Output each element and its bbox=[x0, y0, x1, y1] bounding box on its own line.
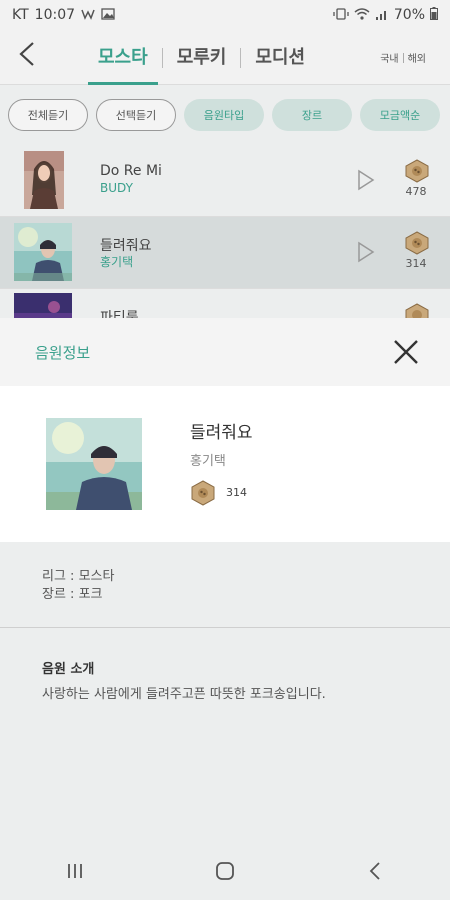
filter-bar: 전체듣기 선택듣기 음원타입 장르 모금액순 bbox=[0, 85, 450, 145]
carrier-label: KT bbox=[12, 7, 29, 23]
list-item[interactable]: 들려줘요 홍기택 314 bbox=[0, 217, 450, 289]
vibrate-icon bbox=[333, 7, 349, 23]
recent-apps-icon bbox=[66, 863, 84, 883]
region-overseas[interactable]: 해외 bbox=[408, 50, 426, 65]
album-cover bbox=[24, 151, 64, 209]
fund-coin-icon bbox=[404, 159, 430, 183]
sheet-title: 음원정보 bbox=[35, 344, 91, 362]
system-back-icon bbox=[369, 862, 381, 884]
league-tabs: 모스타 모루키 모디션 bbox=[88, 30, 315, 85]
song-artist: BUDY bbox=[100, 181, 133, 195]
song-meta: 리그 : 모스타 장르 : 포크 bbox=[0, 542, 450, 628]
fund-count: 314 bbox=[405, 257, 427, 270]
sort-by-fund-filter[interactable]: 모금액순 bbox=[360, 99, 440, 131]
song-artist: 홍기택 bbox=[100, 255, 134, 269]
play-selected-button[interactable]: 선택듣기 bbox=[96, 99, 176, 131]
intro-heading: 음원 소개 bbox=[42, 662, 95, 677]
close-button[interactable] bbox=[392, 338, 420, 366]
song-title: Do Re Mi bbox=[100, 163, 162, 179]
genre-line: 장르 : 포크 bbox=[42, 587, 103, 602]
region-divider bbox=[402, 52, 404, 63]
genre-filter[interactable]: 장르 bbox=[272, 99, 352, 131]
list-item[interactable]: Do Re Mi BUDY 478 bbox=[0, 145, 450, 217]
gallery-icon bbox=[101, 7, 115, 23]
song-info-card: 들려줘요 홍기택 314 bbox=[0, 386, 450, 542]
song-title: 들려줘요 bbox=[100, 238, 152, 254]
signal-icon bbox=[375, 8, 389, 23]
song-info-sheet: 음원정보 들려줘요 홍기택 314 리그 : 모스타 장르: 포크 음원 소개… bbox=[0, 318, 450, 858]
wifi-icon bbox=[354, 7, 370, 23]
system-back-button[interactable] bbox=[345, 853, 405, 893]
play-icon[interactable] bbox=[356, 169, 376, 191]
tab-mostar[interactable]: 모스타 bbox=[88, 30, 158, 85]
song-intro: 음원 소개 사랑하는 사람에게 들려주고픈 따뜻한 포크송입니다. bbox=[0, 628, 450, 702]
close-icon bbox=[392, 340, 420, 370]
tab-divider bbox=[240, 47, 242, 68]
battery-icon bbox=[430, 7, 438, 23]
info-song-title: 들려줘요 bbox=[190, 423, 253, 443]
back-button[interactable] bbox=[12, 38, 42, 74]
intro-body: 사랑하는 사람에게 들려주고픈 따뜻한 포크송입니다. bbox=[42, 687, 326, 702]
region-domestic[interactable]: 국내 bbox=[380, 50, 398, 65]
album-cover-large bbox=[46, 418, 142, 510]
home-button[interactable] bbox=[195, 853, 255, 893]
system-nav-bar bbox=[0, 846, 450, 900]
album-cover bbox=[14, 223, 72, 281]
sound-type-filter[interactable]: 음원타입 bbox=[184, 99, 264, 131]
back-arrow-icon bbox=[17, 41, 37, 71]
play-icon[interactable] bbox=[356, 241, 376, 263]
region-toggle: 국내 해외 bbox=[380, 50, 426, 65]
info-song-artist: 홍기택 bbox=[190, 454, 226, 469]
recent-apps-button[interactable] bbox=[45, 853, 105, 893]
info-fund-count: 314 bbox=[226, 486, 247, 499]
app-header: 모스타 모루키 모디션 국내 해외 bbox=[0, 30, 450, 85]
tab-morookie[interactable]: 모루키 bbox=[167, 30, 237, 85]
battery-level: 70% bbox=[393, 7, 425, 23]
home-icon bbox=[215, 861, 235, 885]
fund-coin-icon bbox=[404, 231, 430, 255]
fund-count: 478 bbox=[405, 185, 427, 198]
clock: 10:07 bbox=[34, 7, 76, 23]
status-bar: KT 10:07 70% bbox=[0, 0, 450, 30]
tab-divider bbox=[161, 47, 163, 68]
ktalk-icon bbox=[81, 8, 95, 23]
fund-coin-icon bbox=[190, 480, 216, 506]
sheet-header: 음원정보 bbox=[0, 318, 450, 386]
play-all-button[interactable]: 전체듣기 bbox=[8, 99, 88, 131]
league-line: 리그 : 모스타 bbox=[42, 569, 115, 584]
tab-modition[interactable]: 모디션 bbox=[245, 30, 315, 85]
